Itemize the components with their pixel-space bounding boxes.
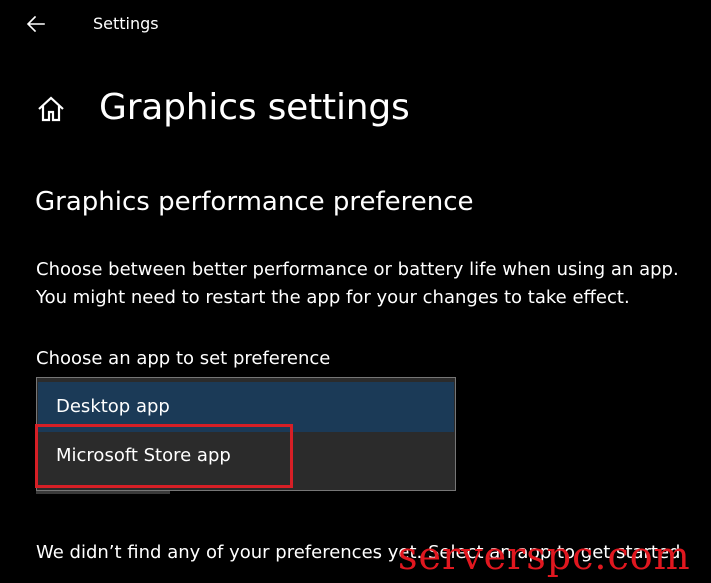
app-picker-label: Choose an app to set preference (36, 348, 331, 369)
app-title: Settings (93, 14, 159, 33)
title-bar: Settings (0, 0, 711, 48)
description-line-1: Choose between better performance or bat… (36, 259, 679, 280)
back-arrow-icon (26, 15, 45, 33)
home-icon (36, 94, 66, 124)
option-microsoft-store-app[interactable]: Microsoft Store app (38, 432, 454, 484)
app-picker-dropdown[interactable]: Desktop app Microsoft Store app (36, 377, 456, 491)
section-description: Choose between better performance or bat… (36, 256, 711, 312)
description-line-2: You might need to restart the app for yo… (36, 287, 630, 308)
page-title: Graphics settings (99, 87, 410, 128)
watermark: serverspc.com (398, 534, 691, 578)
back-button[interactable] (24, 12, 48, 36)
section-title: Graphics performance preference (35, 187, 474, 217)
option-desktop-app[interactable]: Desktop app (38, 382, 454, 432)
